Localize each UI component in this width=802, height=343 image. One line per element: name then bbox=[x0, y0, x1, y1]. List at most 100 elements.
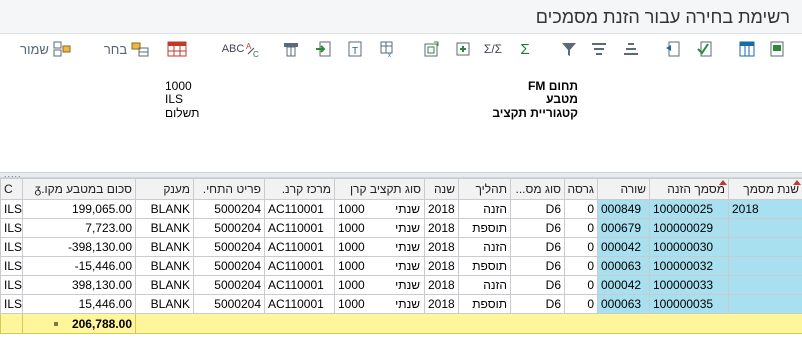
spell-check-button[interactable]: ABC A C bbox=[218, 39, 268, 59]
cell-version[interactable]: 0 bbox=[564, 199, 598, 219]
cell-grant[interactable]: BLANK bbox=[135, 199, 194, 219]
cell-version[interactable]: 0 bbox=[564, 275, 598, 295]
column-header-process[interactable]: תהליך bbox=[458, 178, 511, 200]
choose-layout-button[interactable]: בחר bbox=[98, 39, 156, 59]
column-header-amount[interactable]: סכום במטבע מקו.ᵹ bbox=[22, 178, 136, 200]
add-row-button[interactable] bbox=[452, 39, 474, 59]
cell-doc-type[interactable]: D6 bbox=[510, 218, 565, 238]
column-header-document-year[interactable]: שנת מסמך bbox=[728, 178, 802, 200]
change-layout-button[interactable] bbox=[166, 39, 188, 59]
cell-version[interactable]: 0 bbox=[564, 218, 598, 238]
cell-process[interactable]: תוספת bbox=[458, 294, 511, 314]
excel-export-button[interactable]: x bbox=[376, 39, 398, 59]
table-row[interactable]: ILS -398,130.00 BLANK 5000204 AC110001 1000 שנ… bbox=[0, 237, 802, 257]
save-button[interactable]: שמור bbox=[14, 39, 78, 59]
column-header-grant[interactable]: מענק bbox=[135, 178, 194, 200]
filter-header-button[interactable] bbox=[280, 39, 302, 59]
sum-button[interactable]: Σ bbox=[514, 39, 536, 59]
cell-amount[interactable]: 7,723.00 bbox=[22, 218, 136, 238]
column-header-commitment-item[interactable]: פריט התחי. bbox=[193, 178, 265, 200]
cell-entry-document[interactable]: 100000029 bbox=[649, 218, 729, 238]
table-row[interactable]: ILS 199,065.00 BLANK 5000204 AC110001 1000 שנת… bbox=[0, 199, 802, 219]
cell-process[interactable]: תוספת bbox=[458, 256, 511, 276]
column-header-entry-document[interactable]: מסמך הזנה bbox=[649, 178, 729, 200]
cell-funds-center[interactable]: AC110001 bbox=[264, 218, 335, 238]
cell-fund-budget-type[interactable]: 1000 שנתי bbox=[334, 218, 425, 238]
column-layout-button[interactable] bbox=[736, 39, 758, 59]
cell-amount[interactable]: 15,446.00 bbox=[22, 294, 136, 314]
cell-year[interactable]: 2018 bbox=[424, 294, 459, 314]
cell-currency[interactable]: ILS bbox=[0, 256, 23, 276]
column-header-fund-budget-type[interactable]: סוג תקציב קרן bbox=[334, 178, 425, 200]
cell-fund-budget-type[interactable]: 1000 שנתי bbox=[334, 256, 425, 276]
table-row[interactable]: ILS -15,446.00 BLANK 5000204 AC110001 1000 שנת… bbox=[0, 256, 802, 276]
cell-year[interactable]: 2018 bbox=[424, 218, 459, 238]
cell-doc-type[interactable]: D6 bbox=[510, 294, 565, 314]
cell-document-year[interactable] bbox=[728, 256, 802, 276]
cell-doc-type[interactable]: D6 bbox=[510, 275, 565, 295]
cell-line[interactable]: 000679 bbox=[597, 218, 650, 238]
cell-document-year[interactable] bbox=[728, 218, 802, 238]
cell-currency[interactable]: ILS bbox=[0, 294, 23, 314]
table-row[interactable]: ILS 7,723.00 BLANK 5000204 AC110001 1000 שנתי 2… bbox=[0, 218, 802, 238]
cell-funds-center[interactable]: AC110001 bbox=[264, 199, 335, 219]
cell-version[interactable]: 0 bbox=[564, 294, 598, 314]
cell-commitment-item[interactable]: 5000204 bbox=[193, 218, 265, 238]
print-preview-button[interactable] bbox=[766, 39, 788, 59]
export-button[interactable] bbox=[312, 39, 334, 59]
cell-entry-document[interactable]: 100000033 bbox=[649, 275, 729, 295]
column-header-version[interactable]: גרסה bbox=[564, 178, 598, 200]
cell-funds-center[interactable]: AC110001 bbox=[264, 256, 335, 276]
cell-year[interactable]: 2018 bbox=[424, 237, 459, 257]
cell-grant[interactable]: BLANK bbox=[135, 256, 194, 276]
cell-line[interactable]: 000063 bbox=[597, 256, 650, 276]
cell-commitment-item[interactable]: 5000204 bbox=[193, 199, 265, 219]
insert-row-button[interactable] bbox=[420, 39, 442, 59]
sort-descending-button[interactable] bbox=[588, 39, 610, 59]
cell-currency[interactable]: ILS bbox=[0, 199, 23, 219]
cell-amount[interactable]: -398,130.00 bbox=[22, 237, 136, 257]
cell-amount[interactable]: 398,130.00 bbox=[22, 275, 136, 295]
table-row[interactable]: ILS 398,130.00 BLANK 5000204 AC110001 1000 שנת… bbox=[0, 275, 802, 295]
cell-currency[interactable]: ILS bbox=[0, 218, 23, 238]
cell-commitment-item[interactable]: 5000204 bbox=[193, 294, 265, 314]
details-button[interactable] bbox=[662, 39, 684, 59]
sort-ascending-button[interactable] bbox=[620, 39, 642, 59]
cell-line[interactable]: 000063 bbox=[597, 294, 650, 314]
cell-line[interactable]: 000849 bbox=[597, 199, 650, 219]
cell-grant[interactable]: BLANK bbox=[135, 275, 194, 295]
cell-doc-type[interactable]: D6 bbox=[510, 256, 565, 276]
cell-grant[interactable]: BLANK bbox=[135, 294, 194, 314]
column-header-year[interactable]: שנה bbox=[424, 178, 459, 200]
cell-entry-document[interactable]: 100000032 bbox=[649, 256, 729, 276]
column-header-doc-type[interactable]: סוג מס... bbox=[510, 178, 565, 200]
cell-commitment-item[interactable]: 5000204 bbox=[193, 275, 265, 295]
cell-document-year[interactable] bbox=[728, 275, 802, 295]
cell-fund-budget-type[interactable]: 1000 שנתי bbox=[334, 275, 425, 295]
cell-document-year[interactable]: 2018 bbox=[728, 199, 802, 219]
cell-currency[interactable]: ILS bbox=[0, 275, 23, 295]
cell-commitment-item[interactable]: 5000204 bbox=[193, 237, 265, 257]
cell-process[interactable]: הזנה bbox=[458, 275, 511, 295]
text-export-button[interactable]: T bbox=[344, 39, 366, 59]
cell-currency[interactable]: ILS bbox=[0, 237, 23, 257]
table-row[interactable]: ILS 15,446.00 BLANK 5000204 AC110001 1000 שנתי… bbox=[0, 294, 802, 314]
column-header-funds-center[interactable]: מרכז קרנ. bbox=[264, 178, 335, 200]
cell-process[interactable]: הזנה bbox=[458, 199, 511, 219]
subtotal-button[interactable]: Σ/Σ bbox=[482, 39, 504, 59]
column-header-currency[interactable]: C bbox=[0, 178, 23, 200]
cell-doc-type[interactable]: D6 bbox=[510, 199, 565, 219]
cell-entry-document[interactable]: 100000025 bbox=[649, 199, 729, 219]
select-all-button[interactable] bbox=[694, 39, 716, 59]
cell-funds-center[interactable]: AC110001 bbox=[264, 294, 335, 314]
cell-amount[interactable]: -15,446.00 bbox=[22, 256, 136, 276]
cell-year[interactable]: 2018 bbox=[424, 275, 459, 295]
cell-year[interactable]: 2018 bbox=[424, 199, 459, 219]
cell-fund-budget-type[interactable]: 1000 שנתי bbox=[334, 294, 425, 314]
cell-process[interactable]: הזנה bbox=[458, 237, 511, 257]
column-header-line[interactable]: שורה bbox=[597, 178, 650, 200]
cell-doc-type[interactable]: D6 bbox=[510, 237, 565, 257]
cell-grant[interactable]: BLANK bbox=[135, 218, 194, 238]
cell-year[interactable]: 2018 bbox=[424, 256, 459, 276]
cell-document-year[interactable] bbox=[728, 237, 802, 257]
